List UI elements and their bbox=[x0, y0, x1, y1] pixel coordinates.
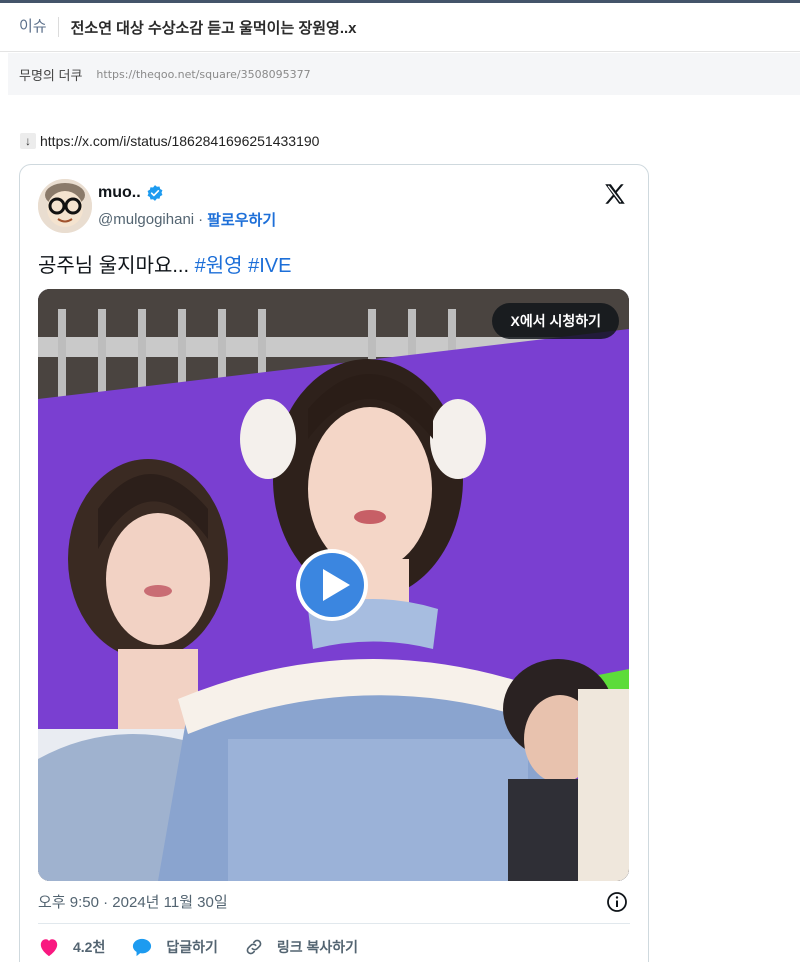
like-count: 4.2천 bbox=[73, 939, 106, 955]
follow-button[interactable]: 팔로우하기 bbox=[207, 209, 276, 230]
embedded-tweet[interactable]: muo.. @mulgogihani · 팔로우하기 공주님 울지마요... #… bbox=[19, 164, 649, 962]
tweet-text-body: 공주님 울지마요... bbox=[38, 255, 190, 277]
post-meta: 무명의 더쿠 https://theqoo.net/square/3508095… bbox=[8, 53, 800, 95]
post-author: 무명의 더쿠 bbox=[19, 67, 83, 83]
hashtag-link[interactable]: #IVE bbox=[248, 255, 291, 277]
play-icon[interactable] bbox=[294, 547, 370, 623]
heart-icon bbox=[40, 939, 58, 957]
post-category[interactable]: 이슈 bbox=[19, 17, 59, 37]
tweet-video[interactable]: X에서 시청하기 bbox=[38, 289, 629, 881]
tweet-display-name[interactable]: muo.. bbox=[98, 184, 164, 202]
info-icon[interactable] bbox=[606, 891, 628, 913]
tweet-actions: 4.2천 답글하기 링크 복사하기 bbox=[38, 935, 384, 959]
tweet-handle[interactable]: @mulgogihani bbox=[98, 211, 194, 228]
like-button[interactable]: 4.2천 bbox=[38, 937, 105, 957]
down-arrow-icon: ↓ bbox=[20, 133, 36, 149]
avatar[interactable] bbox=[38, 179, 92, 233]
tweet-divider bbox=[38, 923, 630, 924]
tweet-handle-row: @mulgogihani · 팔로우하기 bbox=[98, 209, 276, 230]
source-link[interactable]: https://x.com/i/status/18628416962514331… bbox=[40, 133, 319, 149]
reply-label: 답글하기 bbox=[166, 939, 218, 955]
copy-link-label: 링크 복사하기 bbox=[276, 939, 359, 955]
post-title-bar: 이슈 전소연 대상 수상소감 듣고 울먹이는 장원영..x bbox=[0, 3, 800, 52]
source-link-row: ↓ https://x.com/i/status/186284169625143… bbox=[20, 131, 319, 151]
hashtag-link[interactable]: #원영 bbox=[195, 255, 243, 277]
verified-badge-icon bbox=[147, 185, 163, 201]
watch-on-x-button[interactable]: X에서 시청하기 bbox=[492, 303, 619, 339]
x-logo-icon[interactable] bbox=[602, 181, 628, 207]
copy-link-button[interactable]: 링크 복사하기 bbox=[244, 937, 358, 957]
tweet-timestamp[interactable]: 오후 9:50 · 2024년 11월 30일 bbox=[38, 891, 228, 912]
handle-separator: · bbox=[198, 211, 204, 228]
link-icon bbox=[246, 939, 262, 955]
speech-bubble-icon bbox=[133, 938, 152, 957]
reply-button[interactable]: 답글하기 bbox=[131, 937, 218, 957]
tweet-text: 공주님 울지마요... #원영 #IVE bbox=[38, 249, 291, 278]
post-title: 전소연 대상 수상소감 듣고 울먹이는 장원영..x bbox=[70, 19, 357, 37]
post-url[interactable]: https://theqoo.net/square/3508095377 bbox=[96, 68, 310, 81]
display-name-text: muo.. bbox=[98, 184, 141, 201]
